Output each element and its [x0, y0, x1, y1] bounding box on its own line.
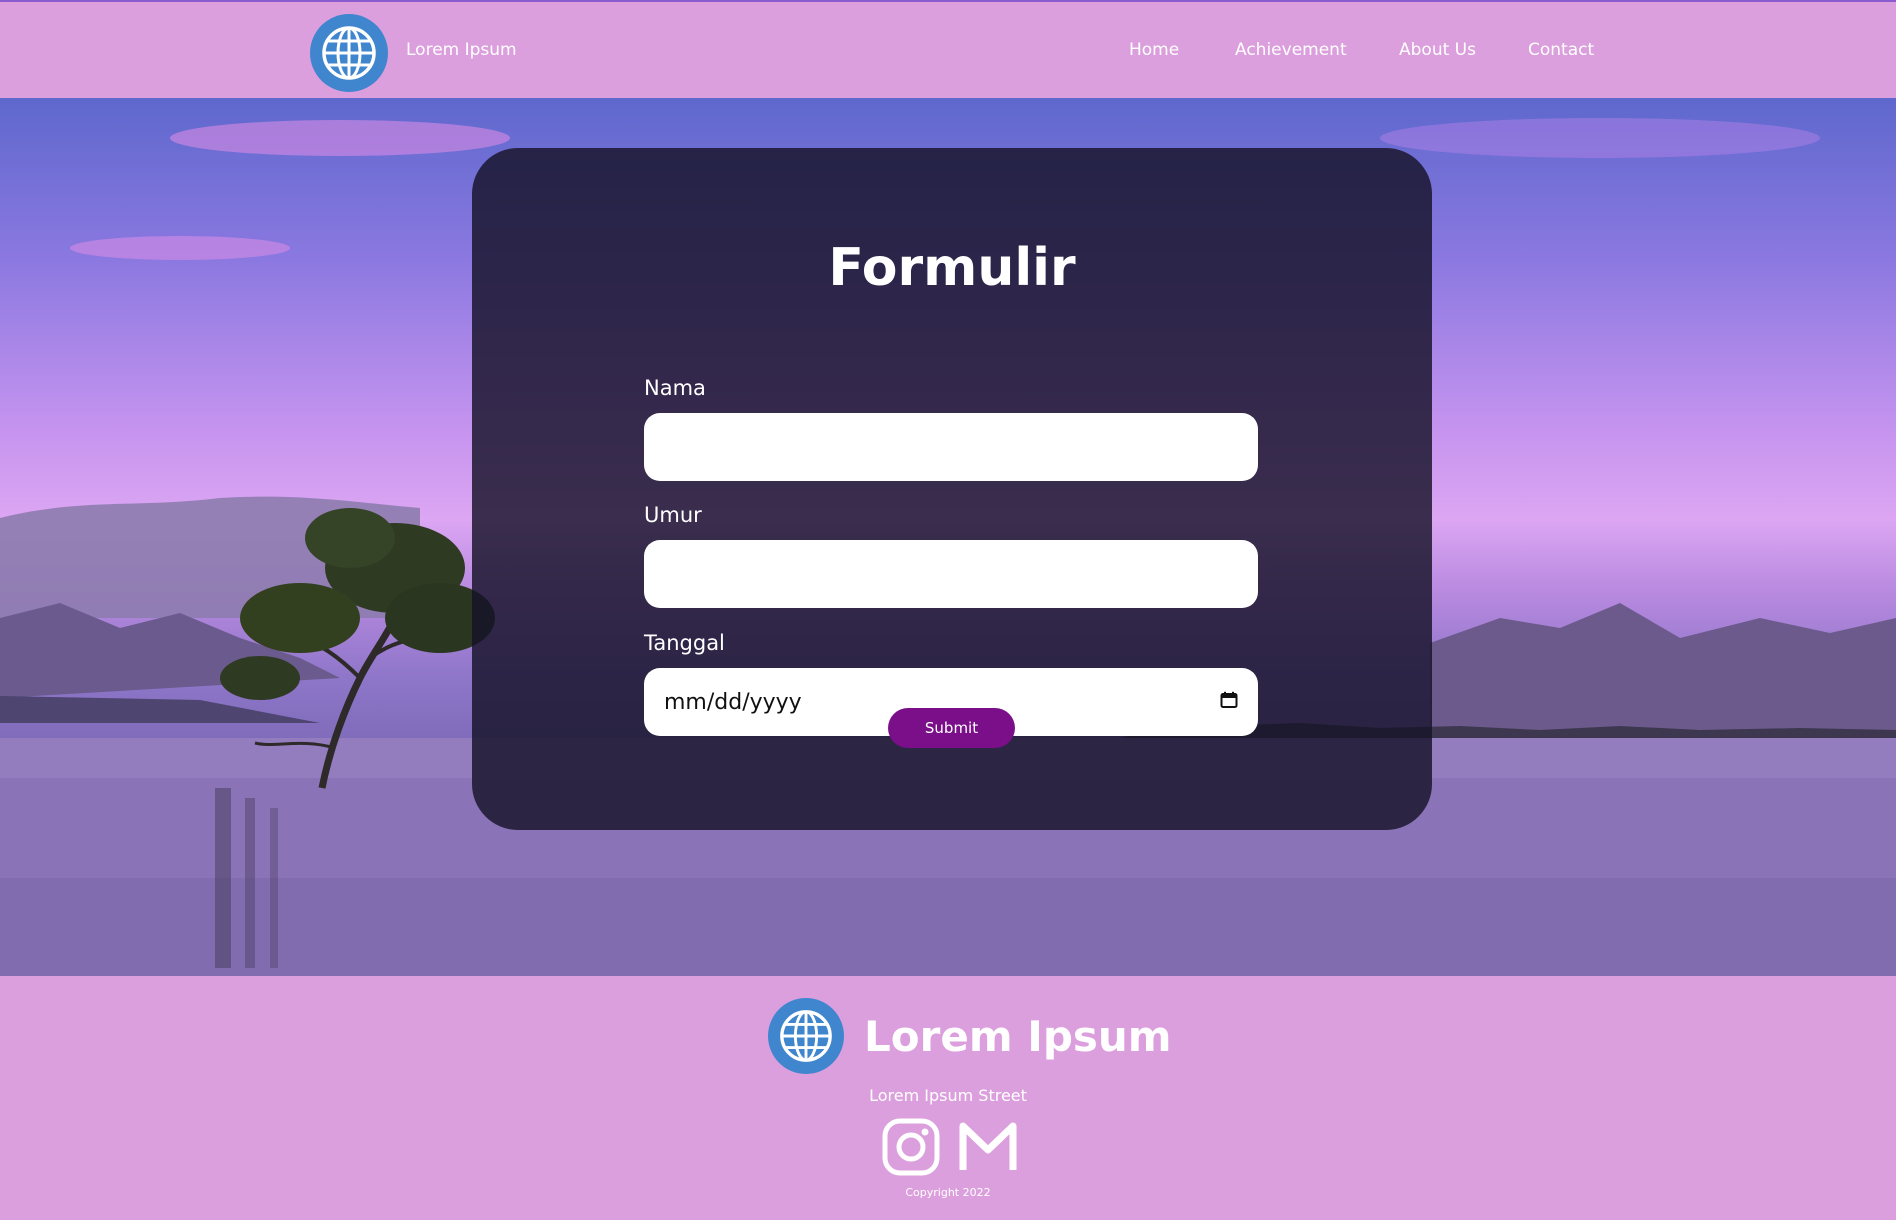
- globe-icon: [768, 998, 844, 1074]
- nav-link-home[interactable]: Home: [1129, 40, 1179, 60]
- nav-link-achievement[interactable]: Achievement: [1235, 40, 1347, 60]
- field-label-nama: Nama: [644, 376, 706, 400]
- calendar-icon[interactable]: [1220, 690, 1238, 715]
- instagram-icon[interactable]: [882, 1118, 940, 1176]
- hero-background: Formulir Nama Umur Tanggal mm/dd/yyyy Su…: [0, 98, 1896, 976]
- submit-button[interactable]: Submit: [888, 708, 1015, 748]
- date-placeholder: mm/dd/yyyy: [664, 689, 802, 715]
- nav-links: Home Achievement About Us Contact: [0, 40, 1896, 64]
- umur-input[interactable]: [644, 540, 1258, 608]
- nav-link-about-us[interactable]: About Us: [1399, 40, 1476, 60]
- footer-brand: Lorem Ipsum: [864, 1012, 1172, 1061]
- form-title: Formulir: [828, 238, 1076, 298]
- gmail-icon[interactable]: [958, 1118, 1017, 1176]
- form-card: Formulir Nama Umur Tanggal mm/dd/yyyy Su…: [472, 148, 1432, 830]
- footer-address: Lorem Ipsum Street: [869, 1086, 1027, 1105]
- copyright: Copyright 2022: [905, 1186, 991, 1199]
- navbar: Lorem Ipsum Home Achievement About Us Co…: [0, 0, 1896, 98]
- field-label-umur: Umur: [644, 503, 702, 527]
- nama-input[interactable]: [644, 413, 1258, 481]
- nav-link-contact[interactable]: Contact: [1528, 40, 1594, 60]
- footer: Lorem Ipsum Lorem Ipsum Street Copyright…: [0, 976, 1896, 1220]
- field-label-tanggal: Tanggal: [644, 631, 725, 655]
